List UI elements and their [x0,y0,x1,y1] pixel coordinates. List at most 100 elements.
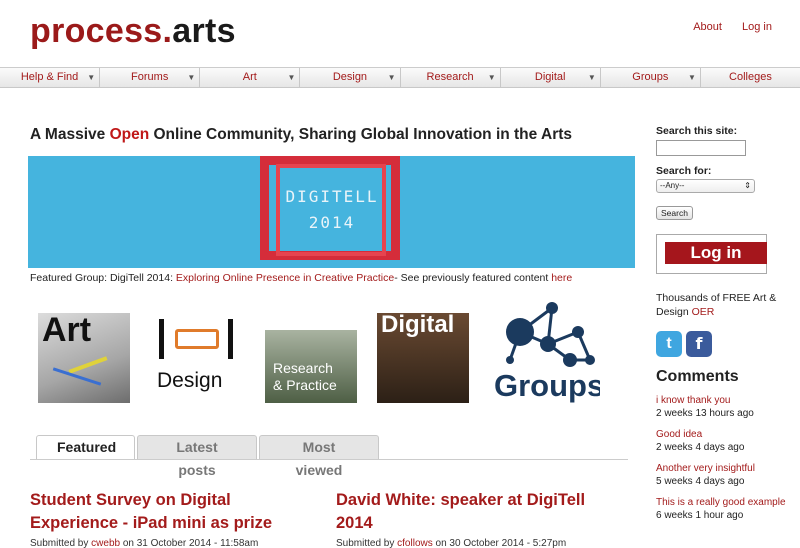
free-text: Thousands of FREE Art & Design [656,292,777,318]
post-author-link[interactable]: cwebb [91,538,120,548]
site-logo[interactable]: process.arts [30,12,236,51]
comment-item: Good idea 2 weeks 4 days ago [656,428,786,454]
nav-label: Groups [632,71,669,83]
main-nav: Help & Find ▼ Forums ▼ Art ▼ Design ▼ Resear… [0,67,800,88]
tab-latest-posts[interactable]: Latest posts [137,435,257,478]
nav-label: Colleges [729,71,772,83]
banner-line-1: DIGITELL [285,187,379,206]
comment-time: 5 weeks 4 days ago [656,476,745,487]
social-icons: t f [656,331,786,357]
search-button[interactable]: Search [656,206,693,220]
tile-research[interactable]: Research & Practice [265,330,357,403]
nav-item-help-find[interactable]: Help & Find ▼ [0,68,101,87]
post-item: Student Survey on Digital Experience - i… [30,489,320,548]
dropdown-arrow-icon: ▼ [287,73,296,82]
dropdown-arrow-icon: ▼ [187,73,196,82]
featured-group-link[interactable]: Exploring Online Presence in Creative Pr… [176,272,394,284]
post-author-link[interactable]: cfollows [397,538,433,548]
post-date: on 31 October 2014 - 11:58am [120,538,259,548]
login-button[interactable]: Log in [656,234,767,274]
post-title-link[interactable]: Student Survey on Digital Experience - i… [30,489,320,535]
comments-heading: Comments [656,368,739,385]
post-submitted: Submitted by [30,538,92,548]
featured-banner[interactable]: DIGITELL 2014 [28,156,635,268]
oer-link[interactable]: OER [692,306,715,318]
top-links: About Log in [676,21,772,33]
featured-here-link[interactable]: here [551,272,572,284]
headline-open-word: Open [109,126,150,143]
about-link[interactable]: About [693,21,722,33]
post-meta: Submitted by cfollows on 30 October 2014… [336,538,626,548]
post-item: David White: speaker at DigiTell 2014 Su… [336,489,626,548]
dropdown-arrow-icon: ▼ [87,73,96,82]
nav-label: Digital [534,71,566,83]
comment-item: i know thank you 2 weeks 13 hours ago [656,394,786,420]
logo-part-arts: arts [172,12,236,50]
tile-art-label: Art [42,313,92,349]
comment-link[interactable]: This is a really good example [656,496,786,509]
tile-design[interactable]: Design [151,313,243,403]
post-date: on 30 October 2014 - 5:27pm [432,538,567,548]
post-title-link[interactable]: David White: speaker at DigiTell 2014 [336,489,626,535]
headline-part: A Massive [30,126,110,143]
tile-digital[interactable]: Digital [377,313,469,403]
twitter-icon[interactable]: t [656,331,682,357]
select-value: --Any-- [660,181,685,190]
select-arrows-icon: ⇕ [744,181,751,190]
comment-link[interactable]: Another very insightful [656,462,786,475]
tile-groups-label: Groups [494,368,600,403]
nav-item-forums[interactable]: Forums ▼ [100,68,201,87]
tile-digital-label: Digital [381,313,455,338]
tab-featured[interactable]: Featured [36,435,135,460]
top-login-link[interactable]: Log in [742,21,772,33]
banner-text: DIGITELL 2014 [284,184,380,236]
featured-mid: - See previously featured content [394,272,552,284]
tab-divider [30,459,628,460]
comment-time: 6 weeks 1 hour ago [656,510,744,521]
nav-item-research[interactable]: Research ▼ [401,68,501,87]
nav-label: Forums [131,71,169,83]
banner-line-2: 2014 [308,213,356,232]
page-headline: A Massive Open Online Community, Sharing… [30,126,572,144]
nav-item-groups[interactable]: Groups ▼ [601,68,701,87]
free-oer-text: Thousands of FREE Art & Design OER [656,291,786,319]
login-button-label: Log in [665,242,767,264]
comment-time: 2 weeks 13 hours ago [656,408,754,419]
dropdown-arrow-icon: ▼ [487,73,496,82]
featured-group-line: Featured Group: DigiTell 2014: Exploring… [30,272,572,284]
dropdown-arrow-icon: ▼ [687,73,696,82]
design-shape-icon [175,329,219,349]
nav-item-art[interactable]: Art ▼ [200,68,301,87]
comment-link[interactable]: i know thank you [656,394,786,407]
tab-most-viewed[interactable]: Most viewed [259,435,379,478]
content-tabs: Featured Latest posts Most viewed [36,435,381,478]
nav-label: Art [242,71,257,83]
facebook-icon[interactable]: f [686,331,712,357]
comment-link[interactable]: Good idea [656,428,786,441]
tile-art-decoration [68,356,108,374]
post-submitted: Submitted by [336,538,398,548]
dropdown-arrow-icon: ▼ [387,73,396,82]
tile-research-line-1: Research [273,360,333,376]
search-input[interactable] [656,140,746,156]
search-type-select[interactable]: --Any-- ⇕ [656,179,755,193]
logo-part-process: process. [30,12,173,50]
nav-label: Research [426,71,474,83]
dropdown-arrow-icon: ▼ [587,73,596,82]
tile-research-line-2: & Practice [273,377,337,393]
nav-label: Design [332,71,368,83]
headline-part: Online Community, Sharing Global Innovat… [149,126,573,143]
nav-label: Help & Find [20,71,79,83]
featured-prefix: Featured Group: DigiTell 2014: [30,272,176,284]
nav-item-design[interactable]: Design ▼ [300,68,401,87]
search-label: Search this site: [656,125,738,137]
nav-item-colleges[interactable]: Colleges [701,68,800,87]
tile-design-label: Design [157,369,223,392]
comment-time: 2 weeks 4 days ago [656,442,745,453]
tile-groups[interactable]: Groups [490,302,600,410]
nav-item-digital[interactable]: Digital ▼ [501,68,601,87]
search-for-label: Search for: [656,165,712,177]
comment-item: Another very insightful 5 weeks 4 days ag… [656,462,786,488]
tile-art[interactable]: Art [38,313,130,403]
post-meta: Submitted by cwebb on 31 October 2014 - … [30,538,320,548]
